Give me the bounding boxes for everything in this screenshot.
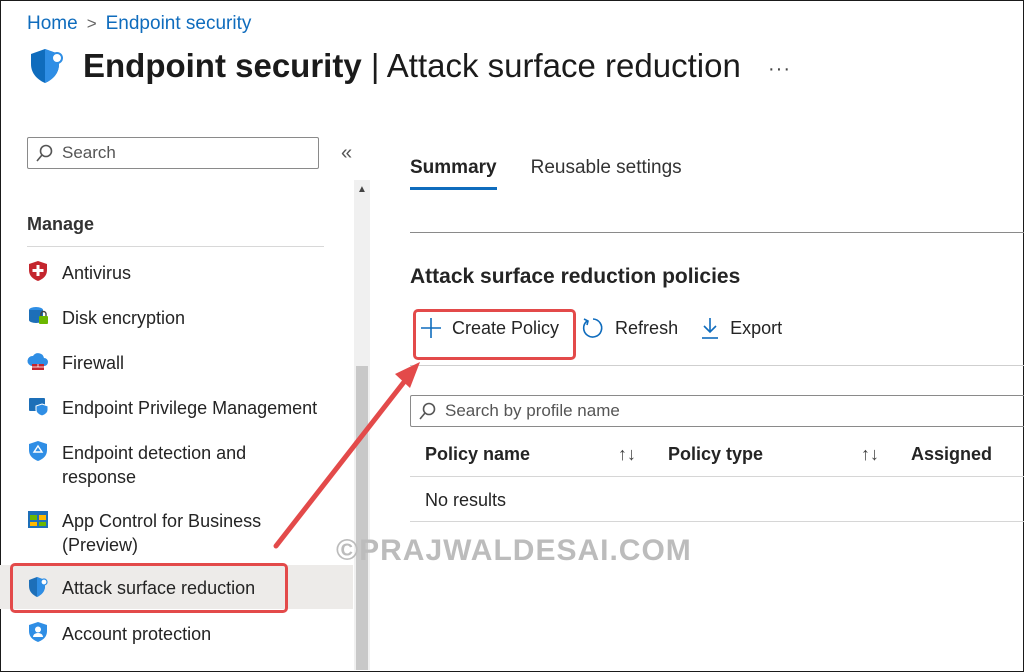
watermark: ©PRAJWALDESAI.COM: [336, 534, 692, 567]
annotation-arrow: [273, 362, 420, 549]
